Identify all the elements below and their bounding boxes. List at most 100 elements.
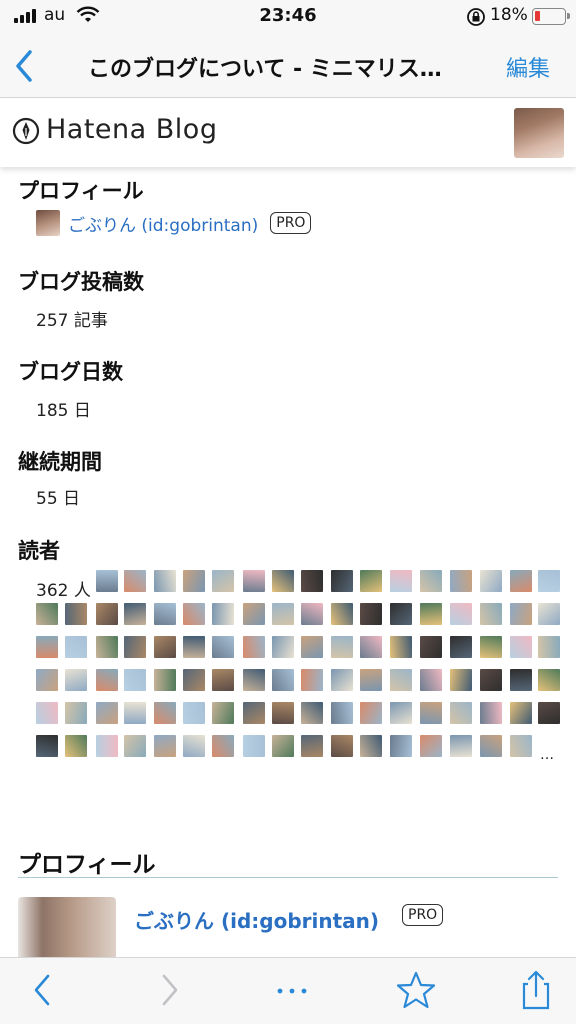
reader-avatar[interactable]: [420, 735, 442, 757]
reader-avatar[interactable]: [96, 735, 118, 757]
reader-avatar[interactable]: [480, 669, 502, 691]
reader-avatar[interactable]: [65, 669, 87, 691]
reader-avatar[interactable]: [212, 702, 234, 724]
reader-avatar[interactable]: [124, 735, 146, 757]
reader-avatar[interactable]: [510, 702, 532, 724]
toolbar-bookmark-button[interactable]: [394, 970, 438, 1010]
reader-avatar[interactable]: [510, 735, 532, 757]
reader-avatar[interactable]: [301, 636, 323, 658]
reader-avatar[interactable]: [301, 603, 323, 625]
reader-avatar[interactable]: [124, 669, 146, 691]
reader-avatar[interactable]: [36, 669, 58, 691]
reader-avatar[interactable]: [480, 570, 502, 592]
reader-avatar[interactable]: [124, 702, 146, 724]
reader-avatar[interactable]: [272, 735, 294, 757]
toolbar-forward-button[interactable]: [148, 970, 192, 1010]
reader-avatar[interactable]: [450, 636, 472, 658]
reader-avatar[interactable]: [301, 570, 323, 592]
reader-avatar[interactable]: [183, 570, 205, 592]
profile-avatar[interactable]: [36, 210, 60, 236]
reader-avatar[interactable]: [538, 669, 560, 691]
toolbar-back-button[interactable]: [22, 970, 66, 1010]
reader-avatar[interactable]: [154, 603, 176, 625]
readers-more-ellipsis[interactable]: …: [540, 747, 554, 763]
reader-avatar[interactable]: [243, 669, 265, 691]
reader-avatar[interactable]: [124, 570, 146, 592]
reader-avatar[interactable]: [96, 570, 118, 592]
reader-avatar[interactable]: [450, 603, 472, 625]
reader-avatar[interactable]: [124, 603, 146, 625]
reader-avatar[interactable]: [390, 735, 412, 757]
reader-avatar[interactable]: [390, 702, 412, 724]
toolbar-share-button[interactable]: [514, 970, 558, 1010]
toolbar-more-button[interactable]: [270, 970, 314, 1010]
reader-avatar[interactable]: [360, 636, 382, 658]
reader-avatar[interactable]: [390, 636, 412, 658]
reader-avatar[interactable]: [360, 603, 382, 625]
reader-avatar[interactable]: [510, 669, 532, 691]
reader-avatar[interactable]: [390, 603, 412, 625]
reader-avatar[interactable]: [36, 702, 58, 724]
reader-avatar[interactable]: [183, 603, 205, 625]
reader-avatar[interactable]: [301, 669, 323, 691]
reader-avatar[interactable]: [331, 636, 353, 658]
reader-avatar[interactable]: [420, 669, 442, 691]
user-avatar[interactable]: [514, 108, 564, 158]
reader-avatar[interactable]: [450, 702, 472, 724]
reader-avatar[interactable]: [243, 603, 265, 625]
reader-avatar[interactable]: [154, 669, 176, 691]
reader-avatar[interactable]: [480, 603, 502, 625]
reader-avatar[interactable]: [420, 636, 442, 658]
reader-avatar[interactable]: [154, 636, 176, 658]
reader-avatar[interactable]: [510, 636, 532, 658]
reader-avatar[interactable]: [331, 702, 353, 724]
reader-avatar[interactable]: [243, 735, 265, 757]
reader-avatar[interactable]: [331, 735, 353, 757]
reader-avatar[interactable]: [183, 702, 205, 724]
reader-avatar[interactable]: [480, 702, 502, 724]
reader-avatar[interactable]: [272, 669, 294, 691]
reader-avatar[interactable]: [450, 735, 472, 757]
reader-avatar[interactable]: [301, 702, 323, 724]
reader-avatar[interactable]: [450, 570, 472, 592]
reader-avatar[interactable]: [96, 702, 118, 724]
reader-avatar[interactable]: [390, 570, 412, 592]
reader-avatar[interactable]: [243, 636, 265, 658]
reader-avatar[interactable]: [154, 570, 176, 592]
reader-avatar[interactable]: [212, 570, 234, 592]
reader-avatar[interactable]: [360, 735, 382, 757]
reader-avatar[interactable]: [360, 669, 382, 691]
reader-avatar[interactable]: [420, 570, 442, 592]
reader-avatar[interactable]: [510, 570, 532, 592]
reader-avatar[interactable]: [538, 603, 560, 625]
reader-avatar[interactable]: [65, 735, 87, 757]
reader-avatar[interactable]: [96, 636, 118, 658]
reader-avatar[interactable]: [96, 603, 118, 625]
reader-avatar[interactable]: [183, 636, 205, 658]
reader-avatar[interactable]: [36, 735, 58, 757]
reader-avatar[interactable]: [510, 603, 532, 625]
reader-avatar[interactable]: [390, 669, 412, 691]
reader-avatar[interactable]: [36, 603, 58, 625]
reader-avatar[interactable]: [331, 603, 353, 625]
reader-avatar[interactable]: [124, 636, 146, 658]
reader-avatar[interactable]: [96, 669, 118, 691]
reader-avatar[interactable]: [480, 636, 502, 658]
reader-avatar[interactable]: [272, 636, 294, 658]
reader-avatar[interactable]: [272, 702, 294, 724]
reader-avatar[interactable]: [420, 702, 442, 724]
reader-avatar[interactable]: [331, 570, 353, 592]
back-button[interactable]: [10, 46, 40, 86]
reader-avatar[interactable]: [538, 570, 560, 592]
reader-avatar[interactable]: [538, 636, 560, 658]
reader-avatar[interactable]: [301, 735, 323, 757]
reader-avatar[interactable]: [212, 735, 234, 757]
reader-avatar[interactable]: [65, 636, 87, 658]
reader-avatar[interactable]: [243, 570, 265, 592]
profile-card-photo[interactable]: [18, 897, 116, 957]
profile-card-name-link[interactable]: ごぶりん (id:gobrintan): [134, 905, 379, 934]
reader-avatar[interactable]: [450, 669, 472, 691]
reader-avatar[interactable]: [420, 603, 442, 625]
reader-avatar[interactable]: [154, 735, 176, 757]
hatena-pen-icon[interactable]: [12, 116, 40, 150]
